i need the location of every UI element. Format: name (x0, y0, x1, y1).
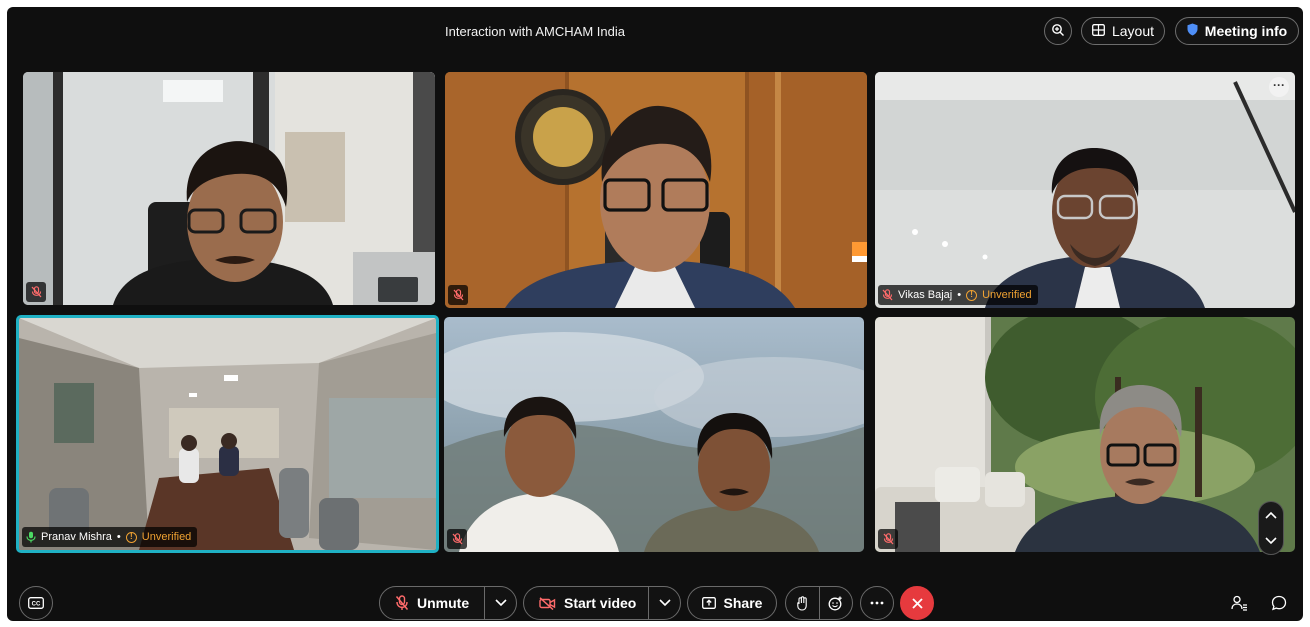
chat-icon (1271, 595, 1287, 611)
video-control: Start video (523, 586, 681, 620)
layout-button[interactable]: Layout (1081, 17, 1165, 45)
meeting-info-button[interactable]: Meeting info (1175, 17, 1299, 45)
unverified-label: Unverified (982, 289, 1032, 301)
participant-name: Vikas Bajaj (898, 289, 953, 301)
mute-indicator (878, 529, 898, 549)
unmute-label: Unmute (417, 595, 470, 611)
start-video-button[interactable]: Start video (524, 595, 648, 611)
participants-button[interactable] (1229, 593, 1249, 613)
video-tile-3[interactable]: ··· Vikas Bajaj • ! Unverified (875, 72, 1295, 308)
top-bar: Interaction with AMCHAM India Layout Mee… (7, 7, 1303, 59)
unverified-label: Unverified (141, 531, 192, 543)
separator: • (957, 289, 962, 301)
mic-off-icon (882, 289, 893, 301)
more-icon[interactable]: ··· (1269, 77, 1289, 97)
video-tile-5[interactable] (444, 317, 864, 552)
reactions-icon (828, 596, 842, 610)
layout-grid-icon (1092, 23, 1105, 39)
layout-label: Layout (1111, 23, 1155, 39)
chevron-up-icon[interactable] (1265, 506, 1277, 524)
participant-video-2 (445, 72, 867, 308)
participant-name-tag: Vikas Bajaj • ! Unverified (878, 285, 1038, 305)
share-icon (701, 597, 716, 609)
zoom-button[interactable] (1044, 17, 1072, 45)
start-video-label: Start video (564, 595, 637, 611)
mute-indicator (447, 529, 467, 549)
mic-icon (26, 531, 36, 543)
mute-indicator (26, 282, 46, 302)
share-label: Share (723, 595, 763, 611)
participant-video-3 (875, 72, 1295, 308)
reactions-button[interactable] (820, 596, 853, 611)
more-options-button[interactable] (860, 586, 894, 620)
raise-hand-icon (797, 595, 807, 611)
close-icon (911, 597, 923, 609)
video-tile-6[interactable] (875, 317, 1295, 552)
chevron-down-icon (658, 599, 671, 607)
reactions-group (785, 586, 853, 620)
mute-indicator (448, 285, 468, 305)
page-scroll-control (1258, 501, 1284, 555)
zoom-icon (1051, 23, 1065, 40)
control-bar: CC Unmute Start video Share (7, 579, 1303, 621)
participant-name: Pranav Mishra (41, 531, 112, 543)
meeting-info-label: Meeting info (1204, 23, 1288, 39)
meeting-window: Interaction with AMCHAM India Layout Mee… (7, 7, 1303, 621)
unmute-button[interactable]: Unmute (380, 595, 484, 611)
separator: • (116, 531, 121, 543)
video-tile-2[interactable] (445, 72, 867, 308)
participant-video-6 (875, 317, 1295, 552)
chat-button[interactable] (1269, 593, 1289, 613)
chevron-down-icon[interactable] (1265, 532, 1277, 550)
mic-off-icon (395, 595, 409, 610)
video-tile-4[interactable]: Pranav Mishra • ! Unverified (16, 315, 439, 553)
warning-icon: ! (966, 289, 978, 301)
mic-off-icon (883, 533, 893, 545)
raise-hand-button[interactable] (786, 595, 819, 611)
participant-video-5 (444, 317, 864, 552)
video-off-icon (539, 596, 556, 610)
participant-video-4 (19, 318, 436, 550)
captions-button[interactable]: CC (19, 586, 53, 620)
unmute-control: Unmute (379, 586, 517, 620)
shield-icon (1187, 23, 1198, 39)
video-tile-1[interactable] (23, 72, 435, 305)
participant-video-1 (23, 72, 435, 305)
more-icon (870, 601, 884, 605)
leave-meeting-button[interactable] (900, 586, 934, 620)
video-options-button[interactable] (649, 599, 680, 607)
share-button[interactable]: Share (687, 586, 777, 620)
participant-name-tag: Pranav Mishra • ! Unverified (22, 527, 198, 547)
mic-off-icon (453, 289, 463, 301)
mic-off-icon (31, 286, 41, 298)
participants-icon (1230, 595, 1247, 611)
svg-text:CC: CC (32, 602, 41, 608)
warning-icon: ! (125, 531, 137, 543)
mic-off-icon (452, 533, 462, 545)
captions-icon: CC (28, 597, 44, 609)
audio-options-button[interactable] (485, 599, 516, 607)
meeting-title: Interaction with AMCHAM India (445, 24, 625, 39)
chevron-down-icon (494, 599, 507, 607)
